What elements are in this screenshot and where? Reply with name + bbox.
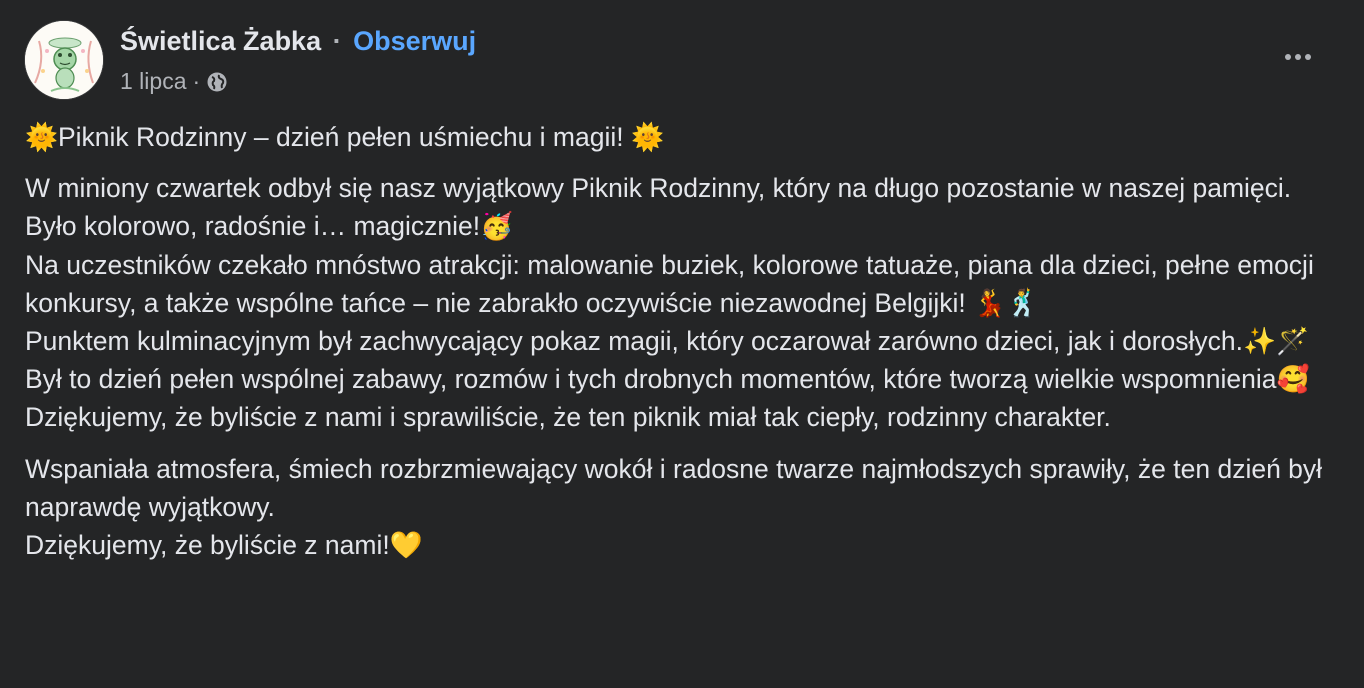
more-dot — [1285, 54, 1291, 60]
post-paragraph-line: W miniony czwartek odbył się nasz wyjątk… — [25, 173, 1292, 242]
page-avatar[interactable] — [24, 20, 104, 100]
facebook-post: Świetlica Żabka · Obserwuj 1 lipca · 🌞Pi… — [0, 0, 1364, 688]
post-header: Świetlica Żabka · Obserwuj 1 lipca · — [24, 20, 1324, 102]
more-dot — [1305, 54, 1311, 60]
post-date-link[interactable]: 1 lipca — [120, 66, 186, 96]
post-paragraph-line: Wspaniała atmosfera, śmiech rozbrzmiewaj… — [25, 453, 1323, 522]
more-dot — [1295, 54, 1301, 60]
frog-logo-icon — [25, 21, 103, 99]
post-paragraph-line: Na uczestników czekało mnóstwo atrakcji:… — [25, 249, 1314, 318]
post-paragraph-line: Dziękujemy, że byliście z nami!💛 — [25, 530, 423, 561]
post-meta: 1 lipca · — [120, 66, 228, 96]
post-text: 🌞Piknik Rodzinny – dzień pełen uśmiechu … — [25, 118, 1335, 564]
more-options-icon[interactable] — [1278, 42, 1318, 72]
meta-separator: · — [192, 68, 201, 94]
post-paragraph-line: Był to dzień pełen wspólnej zabawy, rozm… — [25, 364, 1310, 433]
follow-button[interactable]: Obserwuj — [353, 26, 476, 56]
name-separator: · — [332, 26, 342, 56]
post-paragraph-line: Punktem kulminacyjnym był zachwycający p… — [25, 326, 1309, 357]
name-line: Świetlica Żabka · Obserwuj — [120, 24, 476, 58]
globe-icon[interactable] — [206, 70, 228, 92]
page-name-link[interactable]: Świetlica Żabka — [120, 26, 321, 56]
post-headline: 🌞Piknik Rodzinny – dzień pełen uśmiechu … — [25, 122, 664, 152]
